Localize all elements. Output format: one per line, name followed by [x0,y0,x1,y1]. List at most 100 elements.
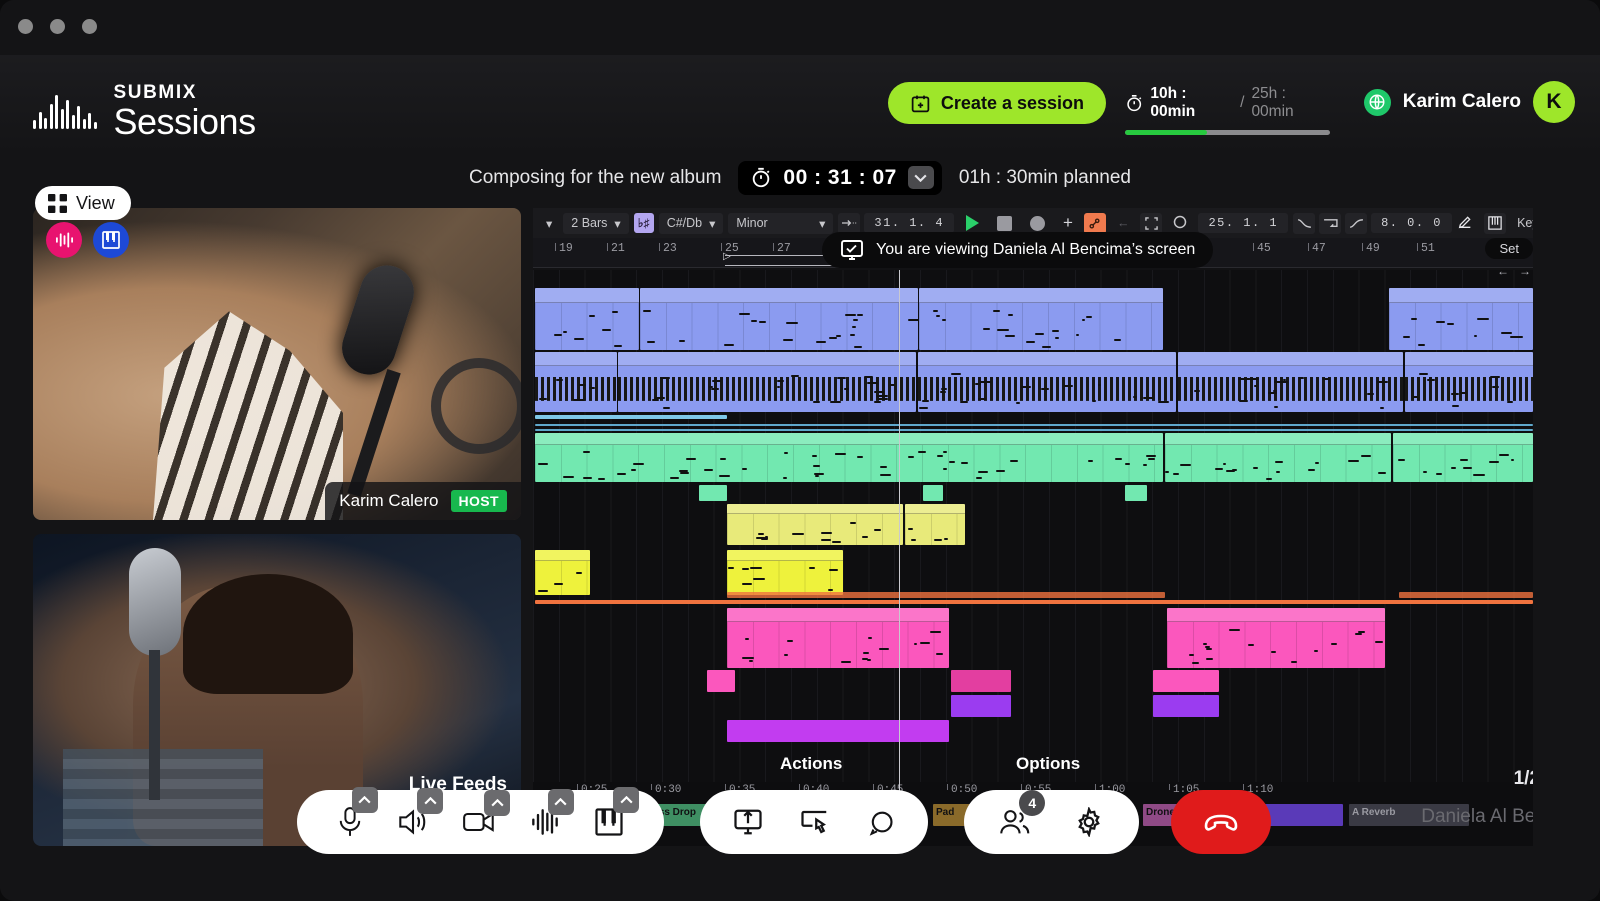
audio-levels-chevron[interactable] [548,789,574,815]
clip-pink-hit[interactable] [707,670,735,692]
chat-button[interactable] [867,808,895,836]
audio-waveform-icon[interactable] [46,222,82,258]
quota-total: 25h : 00min [1251,85,1330,121]
clip-midi-green[interactable] [1165,433,1391,482]
midi-keyboard-button[interactable] [594,807,624,837]
host-badge: HOST [451,490,508,512]
automation-lane-blue[interactable] [535,429,1533,431]
clip-midi-green[interactable] [1393,433,1533,482]
clip-green-hit[interactable] [923,485,943,501]
quota-used: 10h : 00min [1150,85,1233,121]
quantize-dropdown-caret[interactable]: ▾ [539,213,559,234]
midi-piano-icon[interactable] [93,222,129,258]
traffic-lights [18,19,97,34]
feed-type-badges [46,222,129,258]
speaker-button[interactable] [398,808,428,836]
clip-audio-blue[interactable] [618,352,916,412]
clip-pink-hit[interactable] [1153,670,1219,692]
request-control-button[interactable] [800,808,830,836]
fade-out-icon[interactable] [1293,213,1315,234]
clip-midi-blue[interactable] [1389,288,1533,350]
loop-marker-icon[interactable] [1319,213,1341,234]
automation-lane-orange[interactable] [727,592,1165,598]
user-menu[interactable]: Karim Calero K [1364,81,1575,123]
play-button[interactable] [959,212,986,234]
chevron-down-icon[interactable] [908,166,934,189]
clip-midi-blue[interactable] [919,288,1163,350]
camera-button[interactable] [463,810,495,834]
clip-audio-blue[interactable] [1178,352,1403,412]
clip-midi-yellow[interactable] [727,550,843,595]
clip-purple[interactable] [951,695,1011,717]
clip-midi-blue[interactable] [535,288,639,350]
grid-icon [48,194,67,213]
loop-start[interactable]: 25. 1. 1 [1198,213,1288,233]
camera-options-chevron[interactable] [484,790,510,816]
ruler-tick: 45 [1257,242,1271,255]
close-button[interactable] [18,19,33,34]
clip-midi-pink[interactable] [727,608,949,668]
clip-purple[interactable] [1153,695,1219,717]
automation-lane-orange[interactable] [535,600,1533,604]
session-elapsed: 00 : 31 : 07 [783,166,896,190]
clip-audio-blue[interactable] [918,352,1176,412]
key-dropdown[interactable]: C#/Db▾ [659,213,724,234]
arrangement-area[interactable] [533,270,1533,782]
stop-button[interactable] [990,213,1019,234]
quantize-dropdown[interactable]: 2 Bars▾ [563,213,628,234]
key-label[interactable]: Key [1510,213,1533,233]
create-session-label: Create a session [941,93,1084,114]
clip-midi-pink[interactable] [1167,608,1385,668]
shared-screen-daw[interactable]: ▾ 2 Bars▾ ♭♯ C#/Db▾ Minor▾ 31. 1. 4 [533,208,1533,846]
clip-green-hit[interactable] [699,485,727,501]
view-toggle-button[interactable]: View [35,186,131,220]
draw-pencil-icon[interactable] [1450,211,1480,236]
automation-lane-blue[interactable] [535,424,1533,426]
follow-playhead-icon[interactable] [838,213,860,234]
share-screen-button[interactable] [733,807,763,837]
playhead-position[interactable]: 31. 1. 4 [864,213,954,233]
clip-midi-pale-yellow[interactable] [727,504,903,545]
back-arrow-icon[interactable]: ← [1110,213,1137,233]
link-icon[interactable] [1084,213,1106,234]
clip-midi-pale-yellow[interactable] [905,504,965,545]
set-selector[interactable]: Set [1485,238,1533,259]
midi-keyboard-chevron[interactable] [613,787,639,813]
microphone-button[interactable] [337,807,363,837]
avatar[interactable]: K [1533,81,1575,123]
microphone-options-chevron[interactable] [352,787,378,813]
piano-roll-icon[interactable] [1484,213,1506,234]
loop-region-icon[interactable] [1140,213,1162,234]
zoom-button[interactable] [82,19,97,34]
actions-label: Actions [780,754,842,774]
settings-button[interactable] [1074,807,1104,837]
clip-midi-blue[interactable] [640,288,918,350]
clip-midi-yellow[interactable] [535,550,590,595]
media-controls-bar [297,790,664,854]
automation-lane-blue[interactable] [535,415,727,419]
clip-audio-blue[interactable] [535,352,617,412]
loop-length[interactable]: 8. 0. 0 [1371,213,1452,233]
browser-nav-arrows[interactable]: ←→ [1497,264,1531,278]
speaker-options-chevron[interactable] [417,788,443,814]
create-session-button[interactable]: Create a session [888,82,1106,124]
app-header: SUBMIX Sessions Create a session 10h : 0… [0,55,1600,155]
record-button[interactable] [1023,213,1052,234]
minimize-button[interactable] [50,19,65,34]
audio-levels-button[interactable] [531,809,559,835]
session-timer[interactable]: 00 : 31 : 07 [738,161,941,195]
fade-in-icon[interactable] [1345,213,1367,234]
clip-audio-blue[interactable] [1405,352,1533,412]
participants-button[interactable]: 4 [999,808,1031,836]
clip-midi-green[interactable] [535,433,1163,482]
clip-pink-hit[interactable] [951,670,1011,692]
app-window: SUBMIX Sessions Create a session 10h : 0… [0,0,1600,901]
ruler-tick: 27 [777,242,791,255]
scale-dropdown[interactable]: Minor▾ [728,213,833,234]
automation-lane-orange[interactable] [1399,592,1533,598]
clip-purple[interactable] [727,720,949,742]
participant-name-chip: Karim Calero HOST [325,482,521,520]
brand-logo: SUBMIX Sessions [33,83,256,140]
end-call-button[interactable] [1171,790,1271,854]
clip-green-hit[interactable] [1125,485,1147,501]
